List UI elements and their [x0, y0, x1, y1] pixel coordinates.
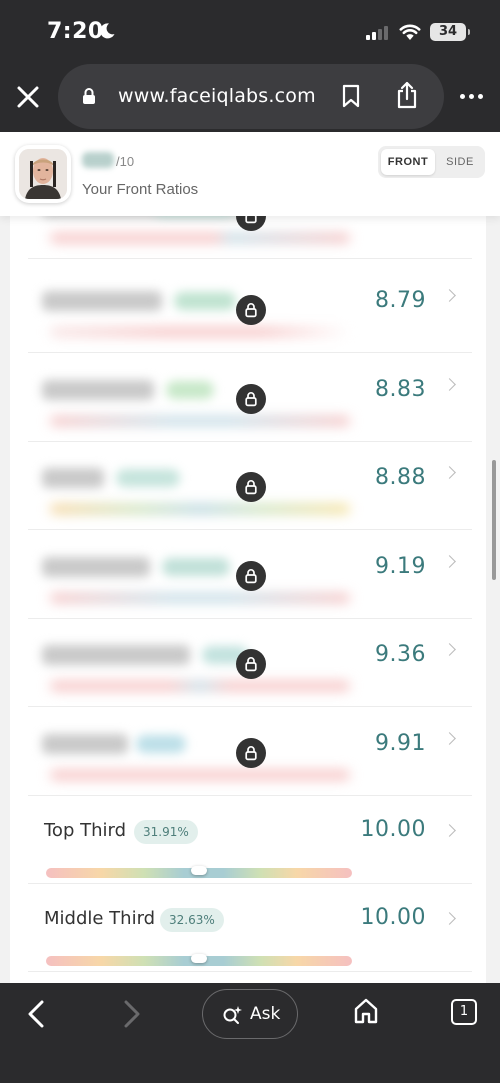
ask-button[interactable]: Ask	[202, 989, 298, 1039]
chevron-right-icon	[443, 912, 456, 925]
close-icon[interactable]	[12, 81, 44, 113]
blurred-percent-badge	[162, 558, 230, 576]
moon-icon	[100, 23, 115, 39]
wifi-icon	[399, 24, 421, 40]
front-side-toggle: FRONT SIDE	[378, 146, 485, 178]
blurred-ratio-label	[42, 557, 150, 577]
tabs-count-button[interactable]: 1	[451, 999, 477, 1025]
lock-icon	[83, 88, 95, 104]
cellular-signal-icon	[366, 26, 388, 40]
ratio-value: 8.88	[375, 465, 426, 490]
ratio-value: 10.00	[360, 905, 426, 930]
ratio-label: Middle Third	[44, 908, 156, 929]
blurred-range-bar	[50, 593, 350, 603]
ratio-label: Top Third	[44, 820, 127, 841]
battery-icon: 34	[430, 23, 470, 41]
back-icon[interactable]	[24, 999, 48, 1029]
status-bar: 7:20 34	[0, 0, 500, 64]
ask-label: Ask	[250, 1004, 281, 1024]
chevron-right-icon	[443, 824, 456, 837]
blurred-ratio-label	[42, 645, 190, 665]
home-icon[interactable]	[353, 997, 379, 1025]
locked-ratio-row[interactable]: 8.79	[28, 265, 472, 353]
locked-ratio-row[interactable]: 9.36	[28, 619, 472, 707]
blurred-ratio-label	[42, 468, 104, 488]
chevron-right-icon	[443, 732, 456, 745]
blurred-range-bar	[50, 770, 350, 780]
score-max: /10	[116, 154, 135, 169]
padlock-icon	[245, 657, 257, 672]
blurred-ratio-label	[42, 291, 162, 311]
padlock-icon	[245, 746, 257, 761]
chevron-right-icon	[443, 643, 456, 656]
url-text: www.faceiqlabs.com	[118, 85, 316, 107]
ratio-row-top-third[interactable]: Top Third 31.91% 10.00	[28, 796, 472, 884]
ratio-range-marker	[191, 954, 207, 963]
toggle-front-button[interactable]: FRONT	[381, 149, 435, 175]
share-icon[interactable]	[396, 81, 418, 109]
chevron-right-icon	[443, 466, 456, 479]
browser-toolbar: www.faceiqlabs.com	[0, 64, 500, 132]
padlock-icon	[245, 303, 257, 318]
bookmark-icon[interactable]	[342, 84, 360, 108]
padlock-icon	[245, 480, 257, 495]
address-bar[interactable]: www.faceiqlabs.com	[58, 64, 444, 129]
percent-badge: 31.91%	[134, 820, 198, 844]
more-options-icon[interactable]	[460, 94, 483, 99]
chevron-right-icon	[443, 555, 456, 568]
forward-icon	[124, 1000, 140, 1028]
locked-ratio-row[interactable]: 9.91	[28, 708, 472, 796]
locked-badge[interactable]	[236, 295, 266, 325]
locked-badge[interactable]	[236, 649, 266, 679]
padlock-icon	[245, 569, 257, 584]
ratio-value: 9.91	[375, 731, 426, 756]
page-title: Your Front Ratios	[82, 181, 199, 198]
chevron-right-icon	[443, 289, 456, 302]
toggle-side-button[interactable]: SIDE	[438, 149, 482, 175]
ratios-header: /10 Your Front Ratios FRONT SIDE	[0, 132, 500, 216]
blurred-range-bar	[50, 681, 350, 691]
blurred-percent-badge	[136, 735, 186, 753]
locked-ratio-row[interactable]: 9.19	[28, 531, 472, 619]
ask-sparkle-search-icon	[223, 1006, 242, 1024]
locked-badge[interactable]	[236, 738, 266, 768]
face-photo	[19, 149, 67, 199]
blurred-range-bar	[50, 416, 350, 426]
chevron-right-icon	[443, 378, 456, 391]
blurred-percent-badge	[166, 381, 214, 399]
ratio-value: 9.36	[375, 642, 426, 667]
blurred-ratio-label	[42, 380, 154, 400]
blurred-range-bar	[50, 327, 350, 337]
locked-ratio-row[interactable]: 8.83	[28, 354, 472, 442]
ratio-value: 10.00	[360, 817, 426, 842]
page-content: /10 Your Front Ratios FRONT SIDE 8.548.7…	[0, 132, 500, 983]
blurred-percent-badge	[116, 469, 180, 487]
locked-badge[interactable]	[236, 472, 266, 502]
status-time: 7:20	[47, 19, 104, 44]
blurred-ratio-label	[42, 734, 128, 754]
ratio-range-marker	[191, 866, 207, 875]
locked-ratio-row[interactable]: 8.88	[28, 442, 472, 530]
padlock-icon	[245, 392, 257, 407]
scrollbar[interactable]	[492, 460, 496, 580]
locked-badge[interactable]	[236, 384, 266, 414]
blurred-range-bar	[50, 504, 350, 514]
percent-badge: 32.63%	[160, 908, 224, 932]
locked-badge[interactable]	[236, 561, 266, 591]
avatar	[15, 145, 71, 203]
ratio-value: 8.79	[375, 288, 426, 313]
blurred-score	[82, 152, 114, 168]
ratio-value: 8.83	[375, 377, 426, 402]
browser-bottom-toolbar: Ask 1	[0, 983, 500, 1083]
blurred-percent-badge	[174, 292, 236, 310]
blurred-range-bar	[50, 233, 350, 243]
ratio-row-middle-third[interactable]: Middle Third 32.63% 10.00	[28, 884, 472, 972]
ratio-value: 9.19	[375, 554, 426, 579]
